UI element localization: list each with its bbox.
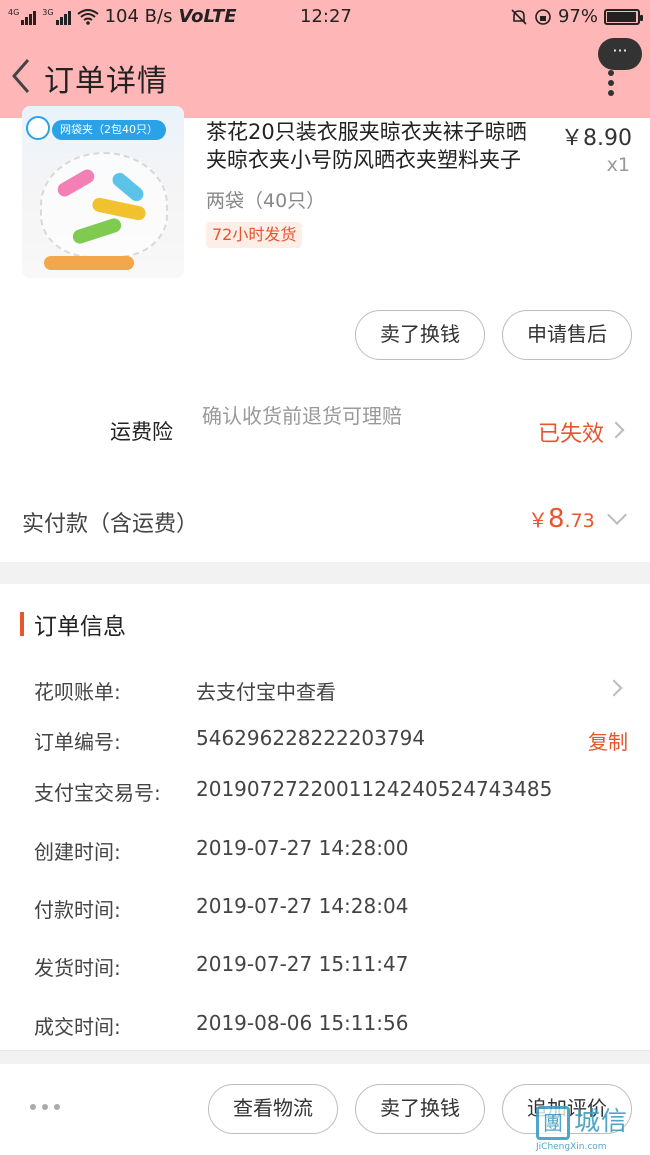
info-key: 订单编号: (34, 730, 121, 754)
info-value: 2019-07-27 15:11:47 (196, 952, 409, 976)
product-price: ￥8.90 (561, 126, 632, 151)
battery-percent: 97% (557, 6, 598, 27)
network-4g-label: 4G (8, 7, 20, 17)
product-spec: 两袋（40只） (206, 190, 326, 212)
more-vertical-icon[interactable] (608, 70, 616, 96)
payment-amount-decimal: .73 (564, 510, 595, 532)
payment-amount: ￥8.73 (528, 504, 595, 534)
info-row-created-time: 创建时间: 2019-07-27 14:28:00 (0, 836, 650, 876)
section-divider (0, 562, 650, 584)
info-row-paid-time: 付款时间: 2019-07-27 14:28:04 (0, 894, 650, 934)
rotation-lock-icon (535, 8, 551, 25)
chevron-right-icon[interactable] (605, 679, 623, 697)
info-value: 2019-07-27 14:28:00 (196, 836, 409, 860)
info-value: 2019-08-06 15:11:56 (196, 1011, 409, 1035)
freight-insurance-label: 运费险 (110, 420, 173, 444)
status-bar: 4G 3G 104 B/s VoLTE 12:27 97% (0, 0, 650, 36)
info-key: 成交时间: (34, 1015, 121, 1039)
clip-graphic-orange (44, 256, 134, 270)
battery-fill (607, 11, 637, 22)
volte-label: VoLTE (178, 6, 237, 27)
watermark-url: JiChengXin.com (536, 1142, 607, 1152)
chevron-down-icon[interactable] (607, 505, 627, 525)
info-key: 支付宝交易号: (34, 781, 161, 805)
chevron-right-icon[interactable] (607, 421, 625, 439)
cellular-signal-icon-2: 3G (42, 7, 71, 25)
clock: 12:27 (300, 6, 352, 27)
info-row-completed-time: 成交时间: 2019-08-06 15:11:56 (0, 1011, 650, 1051)
info-row-shipped-time: 发货时间: 2019-07-27 15:11:47 (0, 952, 650, 992)
back-arrow-icon[interactable] (6, 56, 34, 96)
info-value: 2019072722001124240524743485 (196, 777, 553, 801)
freight-insurance-status[interactable]: 已失效 (538, 416, 604, 448)
info-value: 去支付宝中查看 (196, 680, 336, 704)
battery-icon (604, 8, 643, 25)
sell-for-cash-button[interactable]: 卖了换钱 (355, 310, 485, 360)
product-title[interactable]: 茶花20只装衣服夹晾衣夹袜子晾晒夹晾衣夹小号防风晒衣夹塑料夹子 (206, 118, 546, 174)
shipping-badge: 72小时发货 (206, 222, 303, 248)
site-watermark: 團 城信 JiChengXin.com (536, 1106, 646, 1152)
watermark-name: 城信 (574, 1107, 629, 1137)
info-row-alipay-trade-no: 支付宝交易号: 2019072722001124240524743485 (0, 777, 650, 817)
after-sale-button[interactable]: 申请售后 (502, 310, 632, 360)
page-title: 订单详情 (44, 64, 168, 99)
more-menu-bubble[interactable]: ··· (598, 38, 642, 70)
payment-currency: ￥ (528, 508, 548, 532)
watermark-logo-icon: 團 (536, 1106, 570, 1140)
more-horizontal-icon[interactable] (30, 1104, 60, 1110)
product-thumbnail[interactable]: 网袋夹（2包40只） (22, 106, 184, 278)
info-key: 发货时间: (34, 956, 121, 980)
product-image-tag: 网袋夹（2包40只） (52, 120, 166, 140)
info-key: 创建时间: (34, 840, 121, 864)
payment-amount-integer: 8 (548, 504, 565, 534)
network-3g-label: 3G (42, 7, 54, 17)
bottom-divider (0, 1050, 650, 1064)
copy-button[interactable]: 复制 (588, 726, 628, 755)
freight-insurance-description: 确认收货前退货可理赔 (202, 404, 402, 428)
wifi-icon (76, 8, 99, 25)
product-quantity: x1 (606, 154, 630, 176)
info-value: 546296228222203794 (196, 726, 426, 750)
order-info-title: 订单信息 (34, 614, 126, 640)
mute-bell-icon (511, 8, 527, 25)
info-row-order-number: 订单编号: 546296228222203794 复制 (0, 726, 650, 766)
info-value: 2019-07-27 14:28:04 (196, 894, 409, 918)
brand-logo-icon (26, 116, 50, 140)
cellular-signal-icon: 4G (8, 7, 37, 25)
info-row-huabei[interactable]: 花呗账单: 去支付宝中查看 (0, 676, 650, 716)
top-bar: 4G 3G 104 B/s VoLTE 12:27 97% 订单详情 ··· (0, 0, 650, 118)
sell-for-cash-button-bottom[interactable]: 卖了换钱 (355, 1084, 485, 1134)
section-accent-bar (20, 612, 24, 636)
view-logistics-button[interactable]: 查看物流 (208, 1084, 338, 1134)
info-key: 花呗账单: (34, 680, 121, 704)
payment-label: 实付款（含运费） (22, 512, 199, 537)
info-key: 付款时间: (34, 898, 121, 922)
network-speed: 104 B/s (104, 6, 173, 27)
